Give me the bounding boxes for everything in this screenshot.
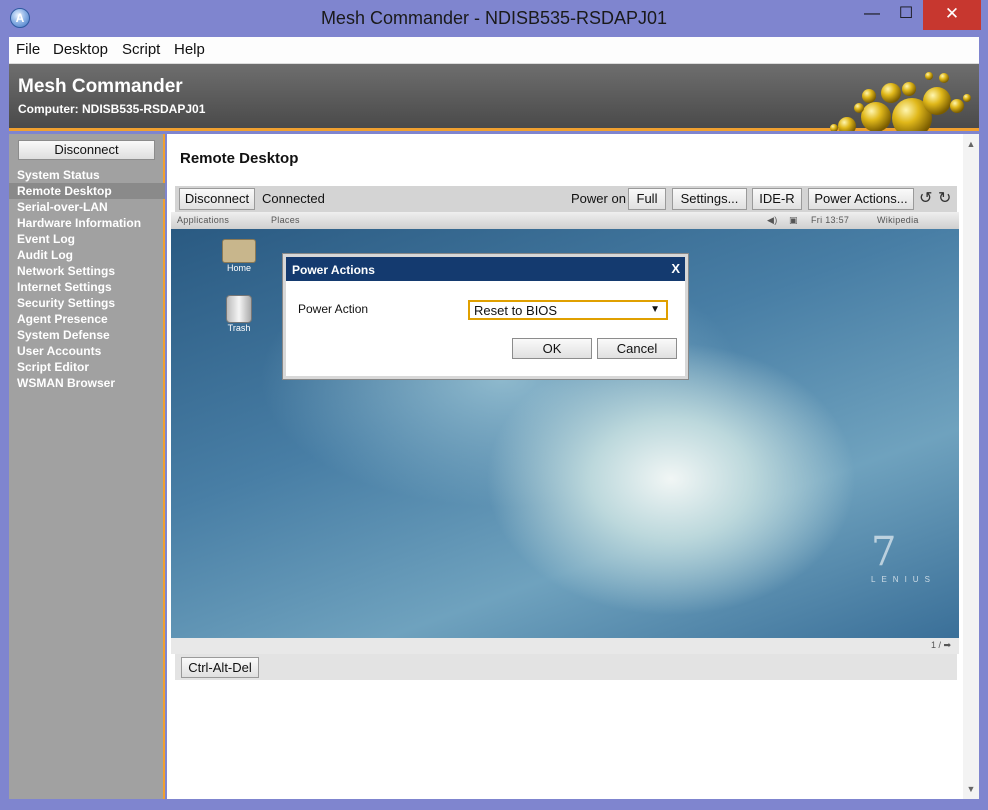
rotate-right-icon[interactable]: ↻: [938, 190, 951, 208]
sidebar-item-security-settings[interactable]: Security Settings: [9, 295, 165, 311]
remote-trash-icon[interactable]: Trash: [217, 295, 261, 333]
sidebar-item-network-settings[interactable]: Network Settings: [9, 263, 165, 279]
app-window: A Mesh Commander - NDISB535-RSDAPJ01 — ☐…: [0, 0, 988, 810]
dialog-title: Power Actions: [292, 263, 375, 277]
remote-browser-launcher[interactable]: Wikipedia: [877, 215, 919, 225]
scroll-down-icon[interactable]: ▼: [963, 781, 979, 797]
rotate-left-icon[interactable]: ↺: [919, 190, 932, 208]
menu-bar: File Desktop Script Help: [9, 37, 979, 64]
sidebar-item-internet-settings[interactable]: Internet Settings: [9, 279, 165, 295]
menu-help[interactable]: Help: [174, 41, 205, 58]
page-indicator: 1 / ➡: [930, 640, 951, 650]
sidebar-item-event-log[interactable]: Event Log: [9, 231, 165, 247]
connection-status: Connected: [262, 191, 325, 206]
cancel-button[interactable]: Cancel: [597, 338, 677, 359]
vertical-scrollbar[interactable]: ▲ ▼: [963, 134, 979, 799]
full-button[interactable]: Full: [628, 188, 666, 210]
os-watermark-sub: LENIUS: [871, 575, 936, 584]
remote-network-icon: ▣: [789, 215, 798, 225]
power-actions-button[interactable]: Power Actions...: [808, 188, 914, 210]
remote-home-icon[interactable]: Home: [217, 239, 261, 273]
remote-trash-label: Trash: [227, 323, 251, 333]
ide-r-button[interactable]: IDE-R: [752, 188, 802, 210]
power-state: Power on: [571, 191, 626, 206]
sidebar-item-system-defense[interactable]: System Defense: [9, 327, 165, 343]
menu-script[interactable]: Script: [122, 41, 160, 58]
sidebar-item-serial-over-lan[interactable]: Serial-over-LAN: [9, 199, 165, 215]
remote-top-panel: Applications Places ◀) ▣ Fri 13:57 Wikip…: [171, 212, 959, 229]
remote-home-label: Home: [226, 263, 251, 273]
app-header: Mesh Commander Computer: NDISB535-RSDAPJ…: [9, 64, 979, 131]
main-content: Remote Desktop Disconnect Connected Powe…: [167, 134, 963, 799]
minimize-button[interactable]: —: [855, 0, 889, 30]
sidebar-item-remote-desktop[interactable]: Remote Desktop: [9, 183, 165, 199]
chevron-down-icon: ▼: [650, 304, 660, 315]
menu-file[interactable]: File: [16, 41, 40, 58]
sidebar-item-audit-log[interactable]: Audit Log: [9, 247, 165, 263]
sidebar-nav: System Status Remote Desktop Serial-over…: [9, 167, 165, 391]
page-title: Remote Desktop: [180, 150, 299, 167]
power-action-select[interactable]: Reset to BIOS ▼: [468, 300, 668, 320]
sidebar-item-hardware-information[interactable]: Hardware Information: [9, 215, 165, 231]
sidebar: Disconnect System Status Remote Desktop …: [9, 134, 165, 799]
ok-button[interactable]: OK: [512, 338, 592, 359]
sidebar-item-agent-presence[interactable]: Agent Presence: [9, 311, 165, 327]
mesh-logo-icon: [830, 72, 971, 131]
menu-desktop[interactable]: Desktop: [53, 41, 108, 58]
remote-toolbar: Disconnect Connected Power on Full Setti…: [175, 186, 957, 212]
power-actions-dialog: Power Actions X Power Action Reset to BI…: [283, 254, 688, 379]
app-title: Mesh Commander: [18, 76, 183, 97]
dialog-title-bar[interactable]: Power Actions X: [286, 257, 685, 281]
bottom-toolbar: Ctrl-Alt-Del: [175, 654, 957, 680]
sidebar-item-system-status[interactable]: System Status: [9, 167, 165, 183]
remote-places-menu[interactable]: Places: [271, 215, 300, 225]
sidebar-disconnect-button[interactable]: Disconnect: [18, 140, 155, 160]
power-action-label: Power Action: [298, 302, 369, 316]
remote-status-bar: 1 / ➡: [171, 638, 959, 654]
os-watermark: 7: [871, 529, 897, 575]
sidebar-item-user-accounts[interactable]: User Accounts: [9, 343, 165, 359]
disconnect-button[interactable]: Disconnect: [179, 188, 255, 210]
sidebar-item-wsman-browser[interactable]: WSMAN Browser: [9, 375, 165, 391]
remote-volume-icon: ◀): [767, 215, 778, 225]
title-bar[interactable]: A Mesh Commander - NDISB535-RSDAPJ01 — ☐…: [0, 0, 988, 36]
sidebar-item-script-editor[interactable]: Script Editor: [9, 359, 165, 375]
ctrl-alt-del-button[interactable]: Ctrl-Alt-Del: [181, 657, 259, 678]
dialog-close-button[interactable]: X: [671, 261, 680, 276]
remote-clock: Fri 13:57: [811, 215, 850, 225]
maximize-button[interactable]: ☐: [889, 0, 923, 30]
computer-name: Computer: NDISB535-RSDAPJ01: [18, 102, 206, 116]
window-title: Mesh Commander - NDISB535-RSDAPJ01: [320, 8, 668, 28]
power-action-selected: Reset to BIOS: [474, 303, 558, 318]
scroll-up-icon[interactable]: ▲: [963, 136, 979, 152]
remote-applications-menu[interactable]: Applications: [177, 215, 229, 225]
settings-button[interactable]: Settings...: [672, 188, 747, 210]
close-button[interactable]: ✕: [923, 0, 981, 30]
